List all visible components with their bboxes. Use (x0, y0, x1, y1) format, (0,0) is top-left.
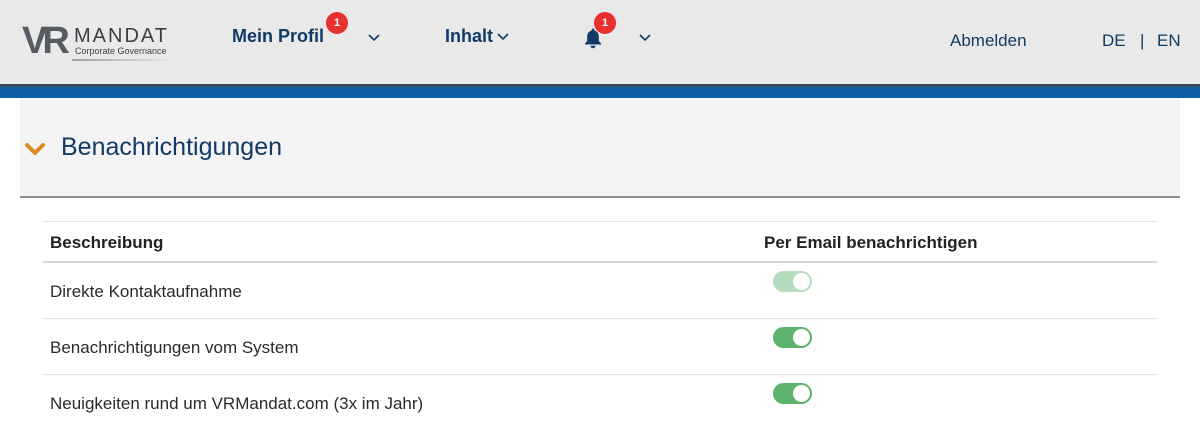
section-title: Benachrichtigungen (61, 133, 282, 161)
language-en-link[interactable]: EN (1157, 31, 1181, 51)
language-separator: | (1140, 31, 1145, 50)
table-row: Benachrichtigungen vom System (43, 319, 1157, 375)
toggle-knob (793, 329, 810, 346)
column-header-description: Beschreibung (50, 233, 164, 252)
bell-notification-badge: 1 (594, 12, 616, 34)
table-header-row: Beschreibung Per Email benachrichtigen (43, 221, 1157, 263)
row-label: Neuigkeiten rund um VRMandat.com (3x im … (50, 394, 424, 413)
email-toggle-direct-contact[interactable] (773, 271, 812, 292)
notifications-section-header[interactable]: Benachrichtigungen (20, 98, 1180, 198)
row-label: Direkte Kontaktaufnahme (50, 282, 242, 301)
column-header-email: Per Email benachrichtigen (764, 233, 978, 252)
table-row: Neuigkeiten rund um VRMandat.com (3x im … (43, 375, 1157, 431)
email-toggle-system-notifications[interactable] (773, 327, 812, 348)
top-navigation: VR MANDAT Corporate Governance Mein Prof… (0, 0, 1200, 85)
section-collapse-chevron-icon[interactable] (24, 141, 46, 157)
logo-underline (72, 59, 172, 61)
logo-mark: VR (22, 20, 70, 62)
table-row: Direkte Kontaktaufnahme (43, 263, 1157, 319)
nav-content[interactable]: Inhalt (445, 26, 493, 46)
email-toggle-news[interactable] (773, 383, 812, 404)
toggle-knob (793, 385, 810, 402)
vrmandat-logo[interactable]: VR MANDAT Corporate Governance (22, 22, 174, 64)
content-dropdown-chevron-icon[interactable] (496, 30, 510, 44)
row-label: Benachrichtigungen vom System (50, 338, 299, 357)
header-accent-stripe (0, 87, 1200, 98)
profile-dropdown-chevron-icon[interactable] (367, 31, 381, 45)
notifications-dropdown-chevron-icon[interactable] (638, 31, 652, 45)
logo-name: MANDAT (74, 25, 169, 47)
language-de-link[interactable]: DE (1102, 31, 1126, 51)
toggle-knob (793, 273, 810, 290)
notifications-table: Beschreibung Per Email benachrichtigen D… (43, 221, 1157, 431)
logout-link[interactable]: Abmelden (950, 31, 1027, 51)
nav-my-profile[interactable]: Mein Profil (232, 26, 324, 46)
profile-notification-badge: 1 (326, 12, 348, 34)
logo-tagline: Corporate Governance (75, 46, 167, 56)
